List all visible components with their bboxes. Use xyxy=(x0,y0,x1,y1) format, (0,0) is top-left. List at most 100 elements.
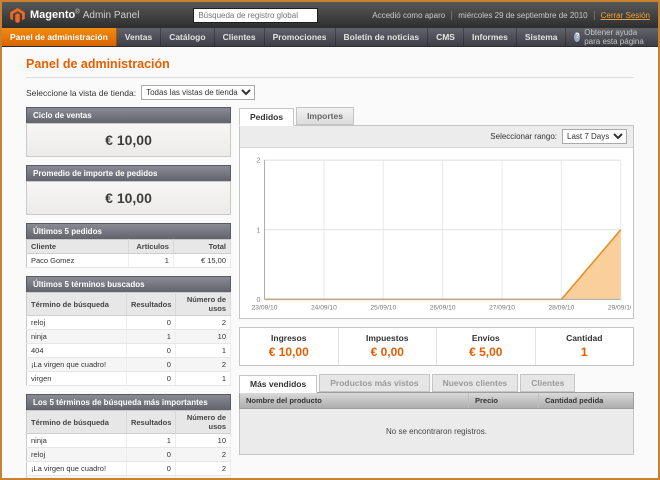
stat-value: € 0,00 xyxy=(339,345,437,359)
average-orders-title: Promedio de importe de pedidos xyxy=(26,165,231,181)
nav-item-cms[interactable]: CMS xyxy=(428,28,464,46)
grid-tabs: Más vendidos Productos más vistos Nuevos… xyxy=(239,374,634,392)
stat-label: Envíos xyxy=(437,333,535,343)
last-orders-panel: Últimos 5 pedidos Cliente Artículos Tota… xyxy=(26,223,231,268)
nav-item-informes[interactable]: Informes xyxy=(464,28,517,46)
col-total: Total xyxy=(173,240,230,254)
tab-nuevos-clientes[interactable]: Nuevos clientes xyxy=(432,374,519,392)
dashboard-content: Panel de administración Seleccione la vi… xyxy=(2,47,658,478)
svg-text:0: 0 xyxy=(256,296,260,304)
orders-chart: 01223/09/1024/09/1025/09/1026/09/1027/09… xyxy=(240,148,633,318)
col-nombre-producto[interactable]: Nombre del producto xyxy=(240,393,468,408)
stat-value: 1 xyxy=(536,345,634,359)
svg-text:1: 1 xyxy=(256,226,260,234)
products-grid-empty: No se encontraron registros. xyxy=(239,409,634,455)
average-orders-value: € 10,00 xyxy=(26,181,231,215)
stat-label: Cantidad xyxy=(536,333,634,343)
main-nav: Panel de administración Ventas Catálogo … xyxy=(2,28,658,47)
nav-item-boletin[interactable]: Boletín de noticias xyxy=(336,28,429,46)
col-resultados: Resultados xyxy=(126,411,175,434)
stat-ingresos: Ingresos € 10,00 xyxy=(240,328,338,365)
totals-bar: Ingresos € 10,00 Impuestos € 0,00 Envíos… xyxy=(239,327,634,366)
session-info: Accedió como aparo miércoles 29 de septi… xyxy=(372,11,650,20)
tab-productos-mas-vistos[interactable]: Productos más vistos xyxy=(319,374,429,392)
svg-text:24/09/10: 24/09/10 xyxy=(311,305,337,312)
nav-item-dashboard[interactable]: Panel de administración xyxy=(2,28,117,46)
last-search-terms-panel: Últimos 5 términos buscados Término de b… xyxy=(26,276,231,386)
separator xyxy=(451,11,452,20)
table-row[interactable]: virgen 0 1 xyxy=(27,372,231,386)
store-view-row: Seleccione la vista de tienda: Todas las… xyxy=(26,85,634,100)
logo-suffix: Admin Panel xyxy=(83,10,140,21)
dashboard-sidebar: Ciclo de ventas € 10,00 Promedio de impo… xyxy=(26,107,231,478)
help-link[interactable]: ? Obtener ayuda para esta página xyxy=(566,28,658,46)
table-header-row: Término de búsqueda Resultados Número de… xyxy=(27,411,231,434)
table-row[interactable]: reloj 0 2 xyxy=(27,316,231,330)
magento-logo: Magento® Admin Panel xyxy=(10,8,139,23)
magento-logo-icon xyxy=(10,8,25,23)
col-precio[interactable]: Precio xyxy=(468,393,538,408)
col-usos: Número de usos xyxy=(175,293,230,316)
table-row[interactable]: ¡La virgen que cuadro! 0 2 xyxy=(27,358,231,372)
last-orders-table: Cliente Artículos Total Paco Gomez 1 € 1… xyxy=(26,239,231,268)
stat-value: € 10,00 xyxy=(240,345,338,359)
col-articulos: Artículos xyxy=(129,240,174,254)
table-row[interactable]: ninja 1 10 xyxy=(27,434,231,448)
table-row[interactable]: 404 0 1 xyxy=(27,344,231,358)
orders-chart-panel: Seleccionar rango: Last 7 Days 01223/09/… xyxy=(239,125,634,319)
col-termino: Término de búsqueda xyxy=(27,293,127,316)
orders-chart-svg: 01223/09/1024/09/1025/09/1026/09/1027/09… xyxy=(242,152,631,316)
col-usos: Número de usos xyxy=(175,411,230,434)
page-title: Panel de administración xyxy=(26,53,634,78)
logout-link[interactable]: Cerrar Sesión xyxy=(601,11,650,20)
table-row[interactable]: ninja 1 10 xyxy=(27,330,231,344)
svg-text:28/09/10: 28/09/10 xyxy=(548,305,574,312)
table-row[interactable]: 404 0 1 xyxy=(27,476,231,479)
range-label: Seleccionar rango: xyxy=(490,132,557,141)
svg-text:25/09/10: 25/09/10 xyxy=(370,305,396,312)
col-resultados: Resultados xyxy=(126,293,175,316)
average-orders-panel: Promedio de importe de pedidos € 10,00 xyxy=(26,165,231,215)
tab-importes[interactable]: Importes xyxy=(296,107,354,125)
header-date: miércoles 29 de septiembre de 2010 xyxy=(458,11,587,20)
tab-clientes[interactable]: Clientes xyxy=(520,374,575,392)
magento-admin-page: Magento® Admin Panel Accedió como aparo … xyxy=(0,0,660,480)
nav-item-catalogo[interactable]: Catálogo xyxy=(161,28,214,46)
cell-total: € 15,00 xyxy=(173,254,230,268)
table-row[interactable]: Paco Gomez 1 € 15,00 xyxy=(27,254,231,268)
store-view-label: Seleccione la vista de tienda: xyxy=(26,88,136,98)
nav-item-sistema[interactable]: Sistema xyxy=(517,28,567,46)
tab-mas-vendidos[interactable]: Más vendidos xyxy=(239,375,317,393)
lifetime-sales-panel: Ciclo de ventas € 10,00 xyxy=(26,107,231,157)
dashboard-main: Pedidos Importes Seleccionar rango: Last… xyxy=(239,107,634,455)
table-header-row: Término de búsqueda Resultados Número de… xyxy=(27,293,231,316)
nav-item-clientes[interactable]: Clientes xyxy=(215,28,265,46)
last-orders-title: Últimos 5 pedidos xyxy=(26,223,231,239)
stat-impuestos: Impuestos € 0,00 xyxy=(338,328,437,365)
svg-text:27/09/10: 27/09/10 xyxy=(489,305,515,312)
nav-item-promociones[interactable]: Promociones xyxy=(265,28,336,46)
diagram-tabs: Pedidos Importes xyxy=(239,107,634,125)
tab-pedidos[interactable]: Pedidos xyxy=(239,108,294,126)
separator xyxy=(594,11,595,20)
logo-text: Magento® Admin Panel xyxy=(30,9,139,21)
dashboard-grid: Ciclo de ventas € 10,00 Promedio de impo… xyxy=(26,107,634,478)
logo-trademark: ® xyxy=(75,9,79,15)
lifetime-sales-value: € 10,00 xyxy=(26,123,231,157)
cell-articulos: 1 xyxy=(129,254,174,268)
table-row[interactable]: ¡La virgen que cuadro! 0 2 xyxy=(27,462,231,476)
last-search-terms-title: Últimos 5 términos buscados xyxy=(26,276,231,292)
svg-text:2: 2 xyxy=(256,157,260,165)
nav-item-ventas[interactable]: Ventas xyxy=(117,28,161,46)
range-bar: Seleccionar rango: Last 7 Days xyxy=(240,126,633,148)
range-select[interactable]: Last 7 Days xyxy=(562,129,627,144)
col-cantidad-pedida[interactable]: Cantidad pedida xyxy=(538,393,633,408)
help-icon: ? xyxy=(574,32,580,42)
store-view-select[interactable]: Todas las vistas de tienda xyxy=(141,85,255,100)
logged-in-text: Accedió como aparo xyxy=(372,11,445,20)
global-search-input[interactable] xyxy=(193,8,318,23)
stat-cantidad: Cantidad 1 xyxy=(535,328,634,365)
last-search-terms-table: Término de búsqueda Resultados Número de… xyxy=(26,292,231,386)
table-row[interactable]: reloj 0 2 xyxy=(27,448,231,462)
help-label: Obtener ayuda para esta página xyxy=(584,28,650,46)
